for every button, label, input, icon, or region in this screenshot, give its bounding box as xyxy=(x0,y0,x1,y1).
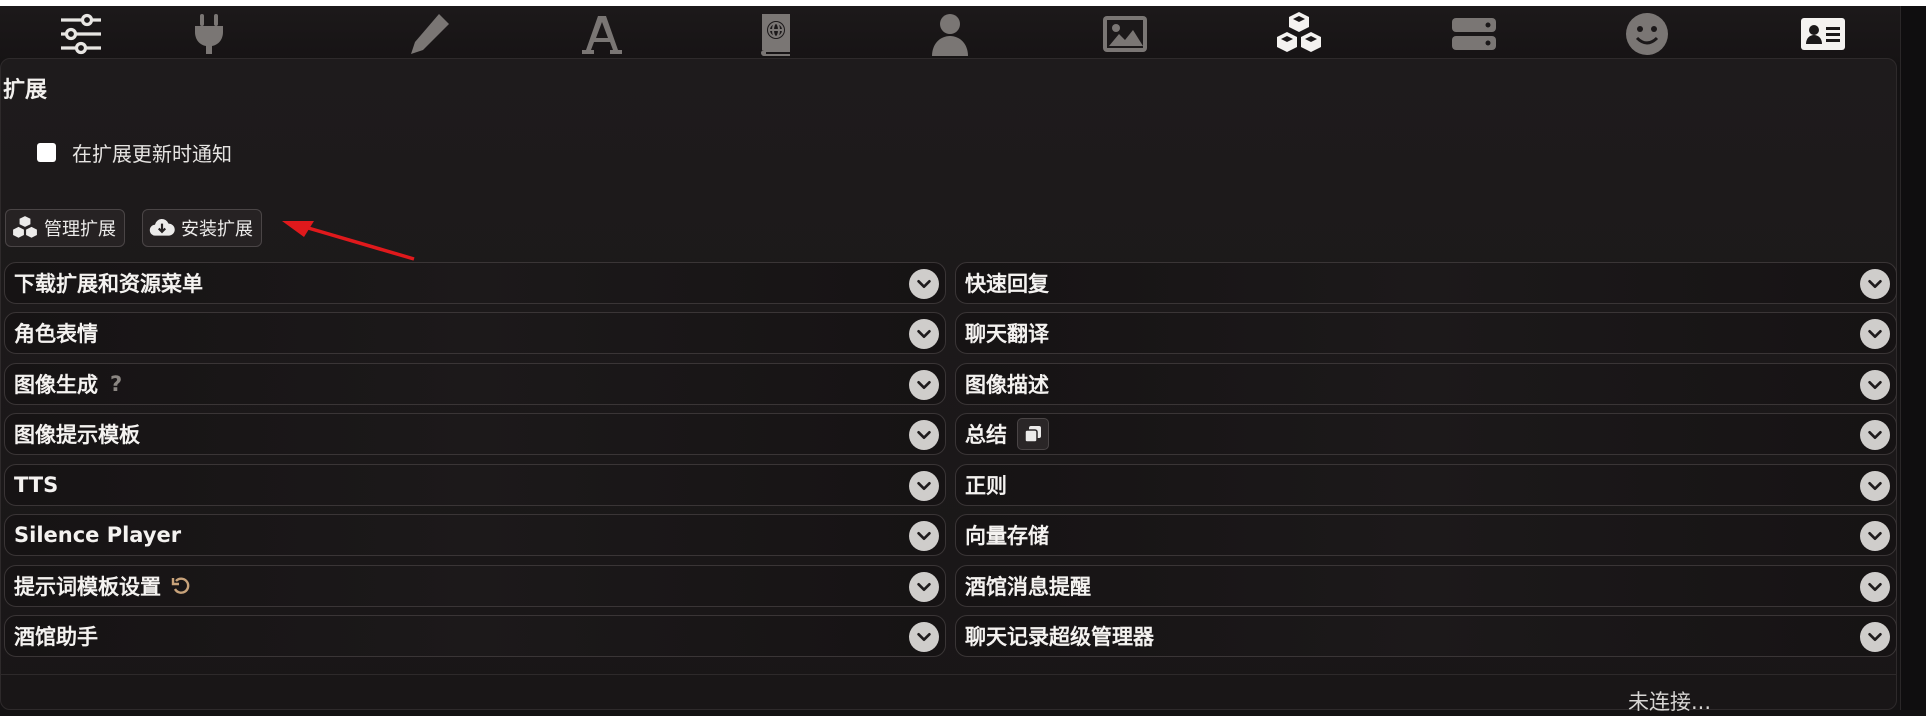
extension-drawer[interactable]: 酒馆助手 xyxy=(4,615,946,657)
extension-name: 下载扩展和资源菜单 xyxy=(14,272,203,296)
top-navbar xyxy=(0,0,1926,62)
extension-drawer-label: 图像生成? xyxy=(14,369,122,399)
manage-extensions-button[interactable]: 管理扩展 xyxy=(5,209,125,247)
chevron-down-icon[interactable] xyxy=(909,370,939,400)
extension-drawer[interactable]: 总结 xyxy=(955,413,1897,455)
extension-drawer-label: 角色表情 xyxy=(14,318,98,348)
extension-drawer[interactable]: 下载扩展和资源菜单 xyxy=(4,262,946,304)
extension-name: 酒馆消息提醒 xyxy=(965,575,1091,599)
chevron-down-icon[interactable] xyxy=(1860,319,1890,349)
extension-name: 角色表情 xyxy=(14,322,98,346)
copy-icon[interactable] xyxy=(1017,418,1049,450)
install-extension-button[interactable]: 安装扩展 xyxy=(142,209,262,247)
extension-drawer[interactable]: 聊天记录超级管理器 xyxy=(955,615,1897,657)
chevron-down-icon[interactable] xyxy=(1860,370,1890,400)
extension-name: 图像提示模板 xyxy=(14,423,140,447)
extension-name: 正则 xyxy=(965,474,1007,498)
extension-drawer-label: 图像提示模板 xyxy=(14,419,140,449)
page-title: 扩展 xyxy=(3,78,48,103)
extension-drawer-label: 聊天记录超级管理器 xyxy=(965,621,1154,651)
extension-drawer-label: 正则 xyxy=(965,470,1007,500)
annotation-arrow xyxy=(282,221,415,261)
chevron-down-icon[interactable] xyxy=(909,319,939,349)
extension-name: 提示词模板设置 xyxy=(14,575,161,599)
extension-drawer[interactable]: 酒馆消息提醒 xyxy=(955,565,1897,607)
extension-drawer-label: 酒馆助手 xyxy=(14,621,98,651)
extension-name: 向量存储 xyxy=(965,524,1049,548)
right-side-panel-edge xyxy=(1900,6,1926,710)
smile-icon[interactable] xyxy=(1611,6,1683,62)
chevron-down-icon[interactable] xyxy=(1860,521,1890,551)
extension-name: 聊天记录超级管理器 xyxy=(965,625,1154,649)
cubes-icon xyxy=(13,216,37,238)
connection-status: 未连接... xyxy=(1628,690,1712,714)
extension-name: 图像描述 xyxy=(965,373,1049,397)
cubes-icon[interactable] xyxy=(1263,6,1335,62)
extension-drawer[interactable]: 图像生成? xyxy=(4,363,946,405)
extension-drawer-label: 聊天翻译 xyxy=(965,318,1049,348)
extension-drawer-label: TTS xyxy=(14,473,58,497)
manage-extensions-label: 管理扩展 xyxy=(44,219,116,240)
footer-divider xyxy=(0,674,1897,675)
notify-on-update-checkbox[interactable] xyxy=(37,143,56,162)
extension-drawer[interactable]: 聊天翻译 xyxy=(955,312,1897,354)
extension-drawer[interactable]: TTS xyxy=(4,464,946,506)
chevron-down-icon[interactable] xyxy=(909,471,939,501)
extension-drawer-label: Silence Player xyxy=(14,523,181,547)
extension-drawer[interactable]: Silence Player xyxy=(4,514,946,556)
user-icon[interactable] xyxy=(914,6,986,62)
chevron-down-icon[interactable] xyxy=(909,521,939,551)
install-extension-label: 安装扩展 xyxy=(181,219,253,240)
extension-drawer-label: 向量存储 xyxy=(965,520,1049,550)
image-icon[interactable] xyxy=(1089,6,1161,62)
sliders-icon[interactable] xyxy=(45,6,117,62)
notify-on-update-label: 在扩展更新时通知 xyxy=(72,142,232,166)
extension-drawer[interactable]: 向量存储 xyxy=(955,514,1897,556)
server-icon[interactable] xyxy=(1438,6,1510,62)
chevron-down-icon[interactable] xyxy=(1860,269,1890,299)
extension-name: 聊天翻译 xyxy=(965,322,1049,346)
extension-drawer[interactable]: 快速回复 xyxy=(955,262,1897,304)
cloud-download-icon xyxy=(149,219,175,236)
chevron-down-icon[interactable] xyxy=(909,622,939,652)
book-globe-icon[interactable] xyxy=(740,6,812,62)
extension-drawer[interactable]: 图像提示模板 xyxy=(4,413,946,455)
extension-drawer-label: 图像描述 xyxy=(965,369,1049,399)
id-card-icon[interactable] xyxy=(1787,6,1859,62)
extension-name: 总结 xyxy=(965,423,1007,447)
extension-drawer-label: 酒馆消息提醒 xyxy=(965,571,1091,601)
extension-drawer-label: 提示词模板设置 xyxy=(14,571,191,601)
help-icon[interactable]: ? xyxy=(110,372,122,396)
reset-icon[interactable] xyxy=(171,576,191,596)
notify-on-update-row: 在扩展更新时通知 xyxy=(37,138,232,167)
extension-drawer[interactable]: 提示词模板设置 xyxy=(4,565,946,607)
extension-name: 图像生成 xyxy=(14,373,98,397)
chevron-down-icon[interactable] xyxy=(1860,572,1890,602)
chevron-down-icon[interactable] xyxy=(909,572,939,602)
extension-drawer[interactable]: 图像描述 xyxy=(955,363,1897,405)
chevron-down-icon[interactable] xyxy=(909,420,939,450)
chevron-down-icon[interactable] xyxy=(1860,420,1890,450)
chevron-down-icon[interactable] xyxy=(1860,622,1890,652)
extension-name: Silence Player xyxy=(14,523,182,547)
pencil-icon[interactable] xyxy=(393,6,465,62)
font-icon[interactable] xyxy=(566,6,638,62)
extension-drawer[interactable]: 角色表情 xyxy=(4,312,946,354)
extension-name: 酒馆助手 xyxy=(14,625,98,649)
extension-drawer-label: 总结 xyxy=(965,418,1049,450)
extension-name: 快速回复 xyxy=(965,272,1049,296)
plug-icon[interactable] xyxy=(173,6,245,62)
extension-name: TTS xyxy=(14,473,59,497)
extension-drawer-label: 快速回复 xyxy=(965,268,1049,298)
extension-drawer[interactable]: 正则 xyxy=(955,464,1897,506)
extension-drawer-label: 下载扩展和资源菜单 xyxy=(14,268,203,298)
chevron-down-icon[interactable] xyxy=(909,269,939,299)
chevron-down-icon[interactable] xyxy=(1860,471,1890,501)
